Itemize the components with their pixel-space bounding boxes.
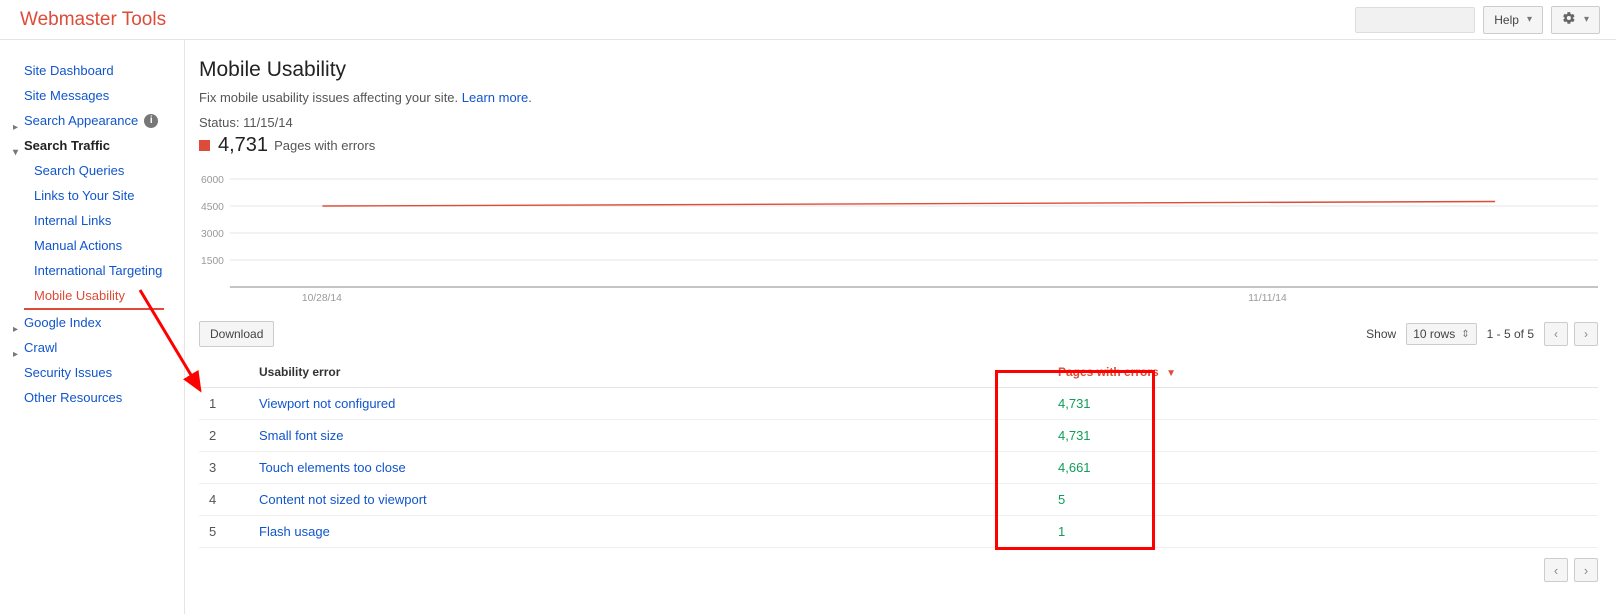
status-line: Status: 11/15/14	[199, 115, 1598, 130]
show-label: Show	[1366, 327, 1396, 341]
row-error[interactable]: Flash usage	[249, 516, 1048, 548]
sidebar-item-search-appearance[interactable]: Search Appearancei	[0, 108, 184, 133]
table-row[interactable]: 2Small font size4,731	[199, 420, 1598, 452]
sidebar-sub-links-to-your-site[interactable]: Links to Your Site	[0, 183, 184, 208]
xtick: 10/28/14	[302, 293, 342, 304]
legend-square-icon	[199, 140, 210, 151]
sidebar-item-site-dashboard[interactable]: Site Dashboard	[0, 58, 184, 83]
download-button[interactable]: Download	[199, 321, 274, 347]
chevron-left-icon: ‹	[1554, 563, 1558, 578]
row-index: 1	[199, 388, 249, 420]
caret-down-icon: ▾	[1527, 14, 1532, 25]
metric-value: 4,731	[218, 134, 268, 157]
xtick: 11/11/14	[1248, 293, 1287, 304]
sidebar: Site Dashboard Site Messages Search Appe…	[0, 40, 185, 614]
page-title: Mobile Usability	[199, 58, 1598, 82]
table-row[interactable]: 4Content not sized to viewport5	[199, 484, 1598, 516]
row-index: 4	[199, 484, 249, 516]
ytick: 6000	[201, 175, 224, 186]
sort-desc-icon: ▼	[1166, 368, 1176, 379]
status-date: 11/15/14	[243, 115, 293, 130]
table-row[interactable]: 5Flash usage1	[199, 516, 1598, 548]
learn-more-link[interactable]: Learn more	[462, 90, 528, 105]
row-pages: 1	[1048, 516, 1218, 548]
col-pages-with-errors[interactable]: Pages with errors ▼	[1048, 357, 1218, 388]
next-page-button[interactable]: ›	[1574, 322, 1598, 346]
chevron-left-icon: ‹	[1554, 327, 1558, 341]
table-row[interactable]: 3Touch elements too close4,661	[199, 452, 1598, 484]
sidebar-sub-manual-actions[interactable]: Manual Actions	[0, 233, 184, 258]
prev-page-button[interactable]: ‹	[1544, 322, 1568, 346]
ytick: 4500	[201, 202, 224, 213]
row-index: 5	[199, 516, 249, 548]
caret-down-icon: ▾	[1584, 14, 1589, 25]
row-pages: 5	[1048, 484, 1218, 516]
sidebar-item-crawl[interactable]: Crawl	[0, 335, 184, 360]
row-error[interactable]: Touch elements too close	[249, 452, 1048, 484]
errors-chart[interactable]: 6000 4500 3000 1500 10/28/14 11/11/14	[199, 169, 1598, 309]
updown-icon: ⇕	[1461, 329, 1469, 340]
next-page-button[interactable]: ›	[1574, 558, 1598, 582]
row-pages: 4,731	[1048, 388, 1218, 420]
row-index: 2	[199, 420, 249, 452]
rows-per-page-select[interactable]: 10 rows ⇕	[1406, 323, 1476, 345]
col-usability-error[interactable]: Usability error	[249, 357, 1048, 388]
sidebar-item-security-issues[interactable]: Security Issues	[0, 360, 184, 385]
error-metric: 4,731 Pages with errors	[199, 134, 1598, 157]
settings-button[interactable]: ▾	[1551, 6, 1600, 34]
row-error[interactable]: Content not sized to viewport	[249, 484, 1048, 516]
chevron-right-icon: ›	[1584, 327, 1588, 341]
sidebar-item-other-resources[interactable]: Other Resources	[0, 385, 184, 410]
page-subtitle: Fix mobile usability issues affecting yo…	[199, 90, 1598, 105]
page-range: 1 - 5 of 5	[1487, 327, 1534, 341]
account-chip[interactable]	[1355, 7, 1475, 33]
chevron-right-icon: ›	[1584, 563, 1588, 578]
main-content: Mobile Usability Fix mobile usability is…	[185, 40, 1616, 614]
row-error[interactable]: Viewport not configured	[249, 388, 1048, 420]
bottom-pager: ‹ ›	[199, 558, 1598, 582]
col-index[interactable]	[199, 357, 249, 388]
info-icon: i	[144, 114, 158, 128]
ytick: 3000	[201, 229, 224, 240]
brand-title[interactable]: Webmaster Tools	[8, 9, 166, 31]
row-index: 3	[199, 452, 249, 484]
chart-series-line	[322, 202, 1495, 207]
help-label: Help	[1494, 13, 1519, 27]
sidebar-item-site-messages[interactable]: Site Messages	[0, 83, 184, 108]
row-pages: 4,661	[1048, 452, 1218, 484]
sidebar-item-search-traffic[interactable]: Search Traffic	[0, 133, 184, 158]
sidebar-sub-mobile-usability[interactable]: Mobile Usability	[24, 283, 164, 310]
sidebar-item-google-index[interactable]: Google Index	[0, 310, 184, 335]
help-button[interactable]: Help ▾	[1483, 6, 1543, 34]
gear-icon	[1562, 11, 1576, 28]
sidebar-sub-search-queries[interactable]: Search Queries	[0, 158, 184, 183]
metric-caption: Pages with errors	[274, 138, 375, 153]
top-bar: Webmaster Tools Help ▾ ▾	[0, 0, 1616, 40]
sidebar-sub-internal-links[interactable]: Internal Links	[0, 208, 184, 233]
table-row[interactable]: 1Viewport not configured4,731	[199, 388, 1598, 420]
row-error[interactable]: Small font size	[249, 420, 1048, 452]
ytick: 1500	[201, 256, 224, 267]
usability-errors-table: Usability error Pages with errors ▼ 1Vie…	[199, 357, 1598, 548]
sidebar-sub-international-targeting[interactable]: International Targeting	[0, 258, 184, 283]
prev-page-button[interactable]: ‹	[1544, 558, 1568, 582]
row-pages: 4,731	[1048, 420, 1218, 452]
table-toolbar: Download Show 10 rows ⇕ 1 - 5 of 5 ‹ ›	[199, 321, 1598, 347]
